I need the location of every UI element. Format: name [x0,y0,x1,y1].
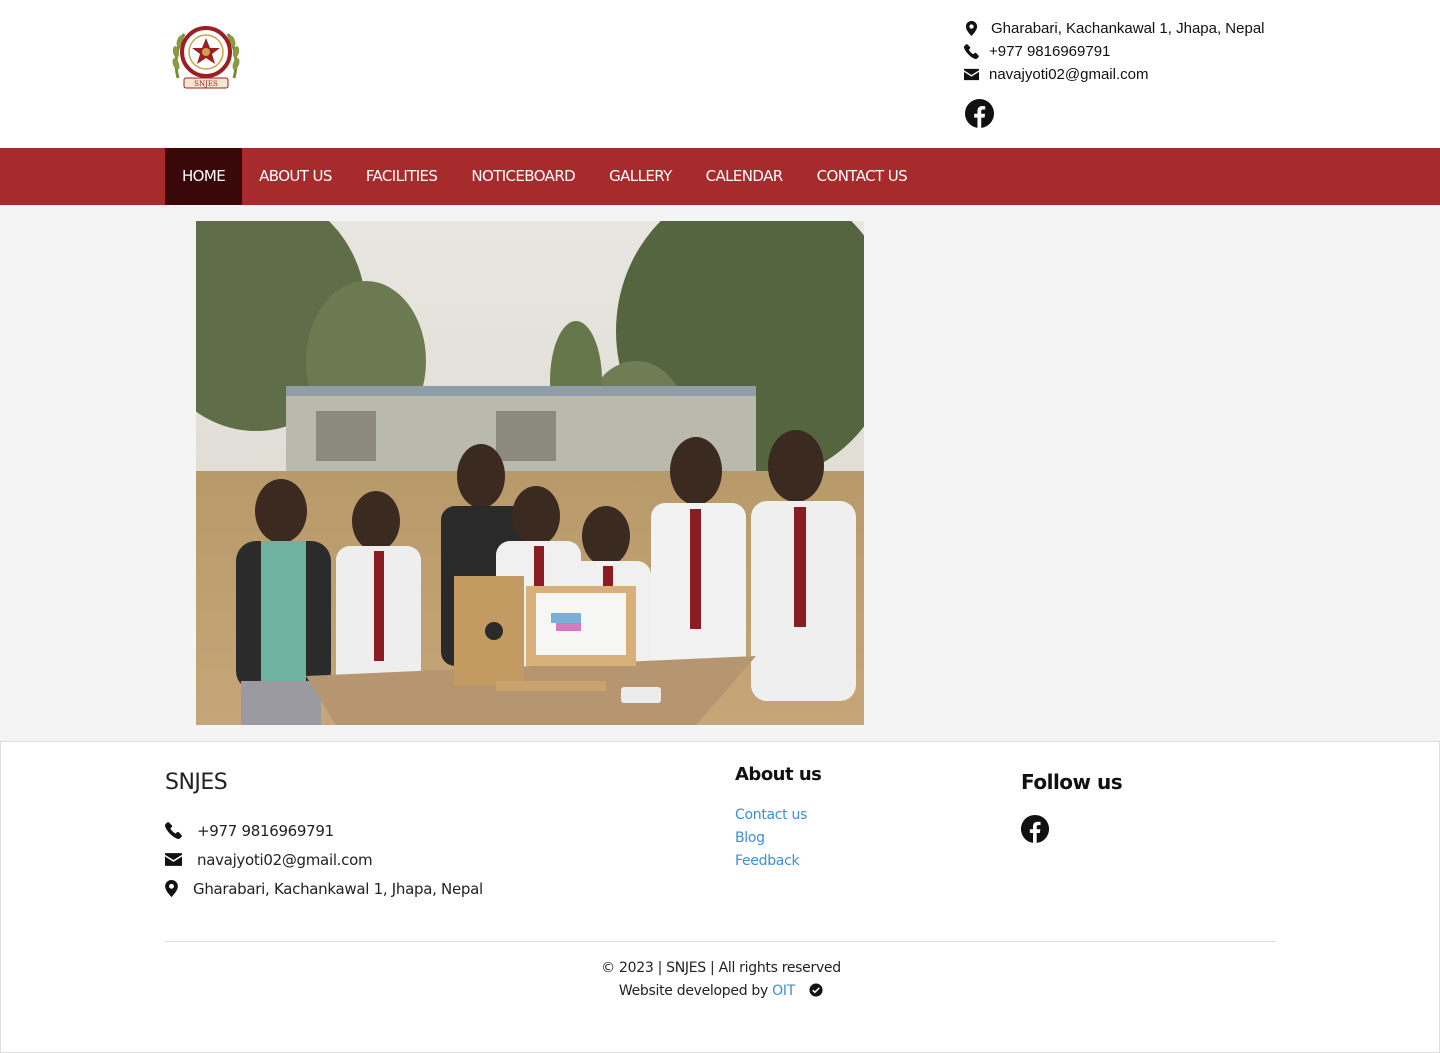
footer-phone-text: +977 9816969791 [197,821,334,840]
students-project-photo [196,221,864,725]
footer-follow-section: Follow us [1021,770,1123,794]
footer-divider [165,941,1276,942]
footer-contact-info: +977 9816969791 navajyoti02@gmail.com Gh… [165,816,483,903]
header-address: Gharabari, Kachankawal 1, Jhapa, Nepal [964,17,1265,40]
footer-copyright: © 2023 | SNJES | All rights reserved [601,960,841,976]
header-contact-info: Gharabari, Kachankawal 1, Jhapa, Nepal +… [964,17,1265,86]
phone-icon [165,822,182,839]
nav-item-gallery[interactable]: GALLERY [592,148,689,205]
footer-link-blog[interactable]: Blog [735,830,821,853]
footer-developer-credit: Website developed by OIT [1,983,1440,999]
students-photo-image [196,221,864,725]
header-phone[interactable]: +977 9816969791 [964,40,1265,63]
map-marker-icon [965,21,978,36]
nav-item-about-us[interactable]: ABOUT US [242,148,349,205]
footer-about-section: About us Contact us Blog Feedback [735,764,822,876]
nav-item-contact-us[interactable]: CONTACT US [800,148,924,205]
site-header: SNJES Gharabari, Kachankawal 1, Jhapa, N… [0,0,1440,148]
facebook-icon[interactable] [1020,814,1050,844]
developer-link[interactable]: OIT [772,983,795,999]
footer-address: Gharabari, Kachankawal 1, Jhapa, Nepal [165,874,483,903]
header-email[interactable]: navajyoti02@gmail.com [964,63,1265,86]
footer-brand: SNJES [165,770,228,795]
header-email-text: navajyoti02@gmail.com [989,66,1149,83]
footer-link-feedback[interactable]: Feedback [735,853,821,876]
footer-link-contact-us[interactable]: Contact us [735,807,821,830]
site-footer: SNJES +977 9816969791 navajyoti02@gmail.… [0,741,1440,1053]
developed-by-text: Website developed by [618,983,768,999]
nav-item-home[interactable]: HOME [165,148,243,205]
envelope-icon [165,853,182,866]
map-marker-icon [165,880,178,897]
footer-follow-heading: Follow us [1021,770,1123,794]
nav-item-facilities[interactable]: FACILITIES [349,148,455,205]
footer-email-text: navajyoti02@gmail.com [197,850,373,869]
main-content [0,205,1440,741]
school-crest-logo: SNJES [172,26,240,89]
header-address-text: Gharabari, Kachankawal 1, Jhapa, Nepal [991,20,1265,37]
phone-icon [964,44,979,59]
footer-phone[interactable]: +977 9816969791 [165,816,483,845]
footer-about-heading: About us [735,764,822,785]
nav-item-noticeboard[interactable]: NOTICEBOARD [454,148,592,205]
check-circle-icon [809,983,823,997]
envelope-icon [964,68,979,81]
facebook-icon[interactable] [964,98,995,129]
footer-email[interactable]: navajyoti02@gmail.com [165,845,483,874]
svg-text:SNJES: SNJES [194,80,218,88]
footer-address-text: Gharabari, Kachankawal 1, Jhapa, Nepal [193,879,483,898]
main-navigation: HOME ABOUT US FACILITIES NOTICEBOARD GAL… [0,148,1440,205]
header-phone-text: +977 9816969791 [989,43,1111,60]
nav-item-calendar[interactable]: CALENDAR [689,148,800,205]
school-logo[interactable]: SNJES [166,16,246,96]
